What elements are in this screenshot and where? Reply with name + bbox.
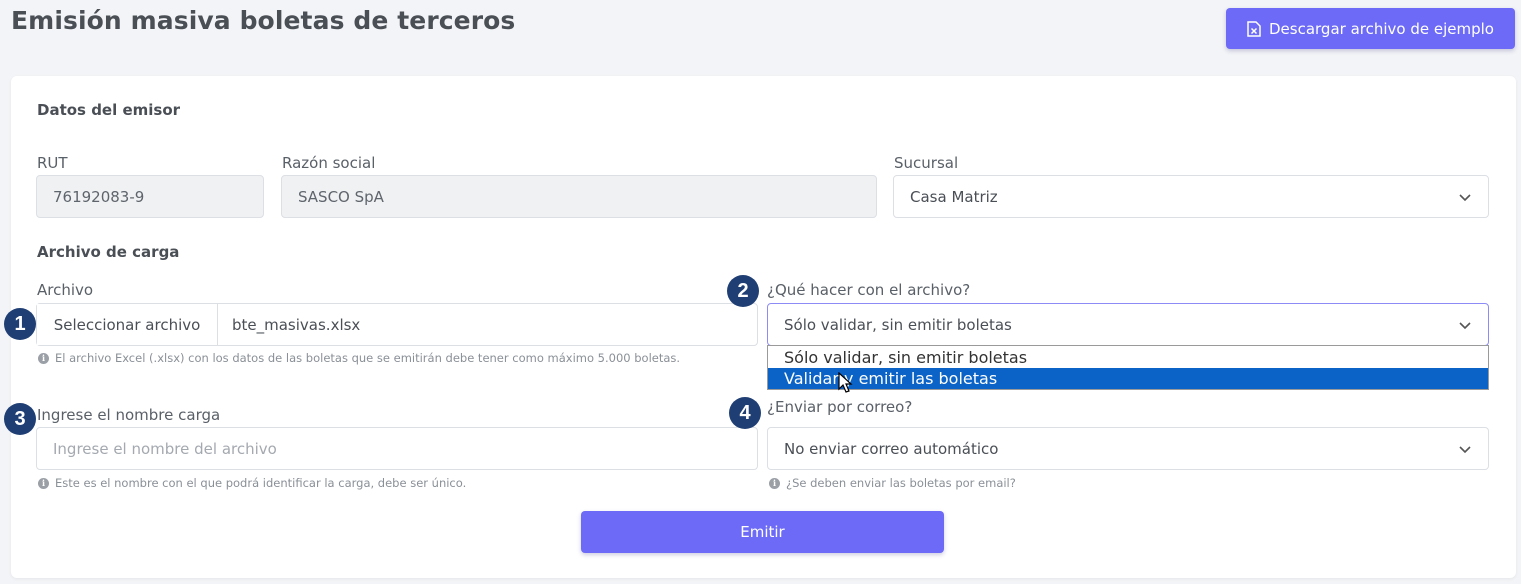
file-name-display: bte_masivas.xlsx (232, 315, 361, 334)
select-file-button[interactable]: Seleccionar archivo (37, 304, 218, 345)
step-badge-1: 1 (4, 308, 36, 340)
rut-field: 76192083-9 (36, 175, 264, 218)
action-dropdown-list: Sólo validar, sin emitir boletas Validar… (767, 345, 1489, 390)
file-input-group: Seleccionar archivo bte_masivas.xlsx (36, 303, 758, 346)
rut-value: 76192083-9 (53, 187, 145, 206)
razon-social-label: Razón social (282, 154, 376, 172)
email-help-text: i ¿Se deben enviar las boletas por email… (769, 476, 1016, 490)
nombre-help-text: i Este es el nombre con el que podrá ide… (38, 476, 466, 490)
razon-social-field: SASCO SpA (281, 175, 877, 218)
rut-label: RUT (37, 154, 68, 172)
download-example-button[interactable]: Descargar archivo de ejemplo (1226, 8, 1515, 49)
nombre-carga-input[interactable]: Ingrese el nombre del archivo (36, 427, 758, 470)
action-value: Sólo validar, sin emitir boletas (784, 315, 1012, 334)
action-select[interactable]: Sólo validar, sin emitir boletas (767, 303, 1489, 346)
nombre-help-label: Este es el nombre con el que podrá ident… (55, 476, 467, 490)
email-label: ¿Enviar por correo? (767, 398, 913, 416)
sucursal-select[interactable]: Casa Matriz (893, 175, 1489, 218)
razon-social-value: SASCO SpA (298, 187, 384, 206)
dropdown-option-validate-only[interactable]: Sólo validar, sin emitir boletas (768, 347, 1488, 368)
step-badge-4: 4 (729, 397, 761, 429)
step-badge-2: 2 (727, 275, 759, 307)
archivo-label: Archivo (37, 281, 94, 299)
archivo-section-title: Archivo de carga (37, 243, 180, 261)
emisor-section-title: Datos del emisor (37, 101, 181, 119)
step-badge-3: 3 (4, 403, 36, 435)
info-icon: i (38, 352, 49, 364)
sucursal-value: Casa Matriz (910, 187, 998, 206)
nombre-carga-placeholder: Ingrese el nombre del archivo (53, 439, 277, 458)
mouse-cursor-icon (838, 372, 853, 393)
download-button-label: Descargar archivo de ejemplo (1269, 19, 1494, 38)
page-title: Emisión masiva boletas de terceros (11, 6, 516, 35)
email-select[interactable]: No enviar correo automático (767, 427, 1489, 470)
sucursal-label: Sucursal (894, 154, 959, 172)
file-help-text: i El archivo Excel (.xlsx) con los datos… (38, 351, 680, 365)
action-label: ¿Qué hacer con el archivo? (767, 281, 971, 299)
chevron-down-icon (1459, 194, 1471, 202)
nombre-carga-label: Ingrese el nombre carga (37, 406, 221, 424)
emitir-button[interactable]: Emitir (581, 511, 944, 553)
chevron-down-icon (1459, 322, 1471, 330)
info-icon: i (38, 477, 49, 489)
file-help-label: El archivo Excel (.xlsx) con los datos d… (55, 351, 681, 365)
email-help-label: ¿Se deben enviar las boletas por email? (786, 476, 1016, 490)
info-icon: i (769, 477, 780, 489)
chevron-down-icon (1459, 446, 1471, 454)
email-value: No enviar correo automático (784, 439, 999, 458)
excel-file-icon (1247, 20, 1261, 37)
dropdown-option-validate-emit[interactable]: Validar y emitir las boletas (768, 368, 1488, 389)
